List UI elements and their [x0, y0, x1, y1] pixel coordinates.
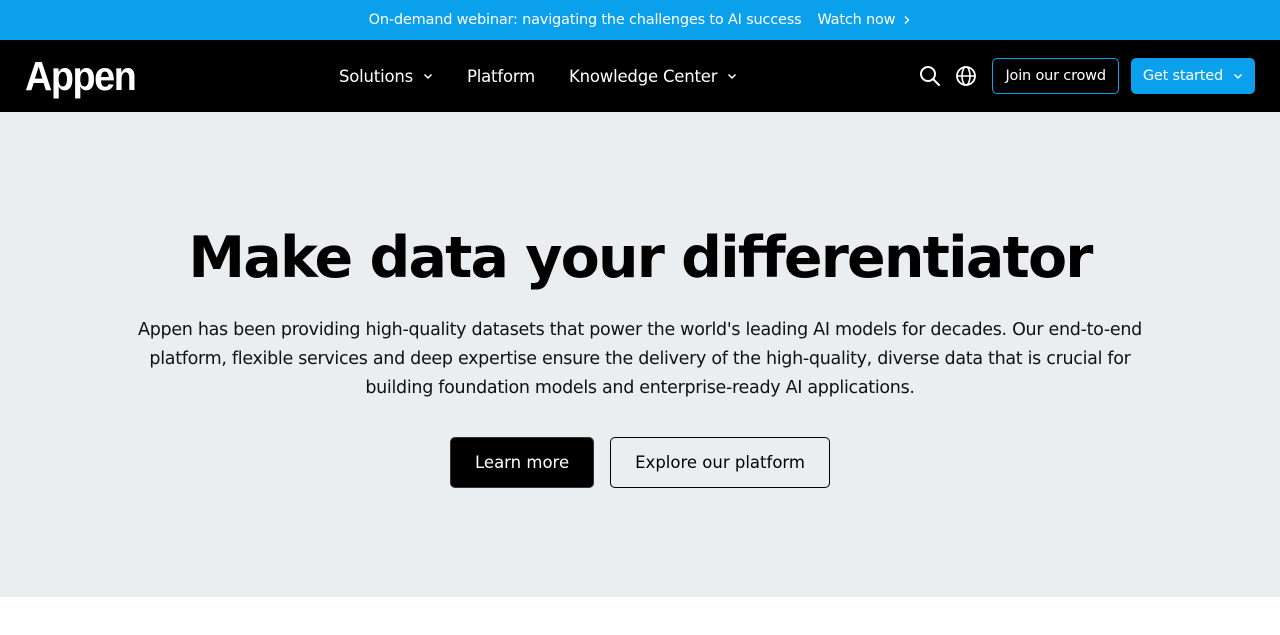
- search-button[interactable]: [918, 64, 942, 88]
- announcement-message[interactable]: On-demand webinar: navigating the challe…: [369, 12, 802, 28]
- chevron-down-icon: [1233, 73, 1243, 79]
- nav-actions: Join our crowd Get started: [918, 58, 1255, 94]
- hero-buttons: Learn more Explore our platform: [450, 437, 830, 488]
- appen-logo[interactable]: Appen: [25, 54, 137, 98]
- nav-item-knowledge-center[interactable]: Knowledge Center: [569, 67, 737, 86]
- hero-description: Appen has been providing high-quality da…: [138, 320, 1142, 398]
- hero-section: Make data your differentiator Appen has …: [0, 112, 1280, 597]
- nav-item-platform[interactable]: Platform: [467, 67, 535, 86]
- nav-item-label: Platform: [467, 66, 536, 86]
- nav-item-label: Solutions: [339, 66, 414, 86]
- learn-more-button[interactable]: Learn more: [450, 437, 595, 488]
- nav-item-solutions[interactable]: Solutions: [339, 67, 433, 86]
- chevron-down-icon: [423, 73, 433, 79]
- explore-platform-button[interactable]: Explore our platform: [610, 437, 830, 488]
- nav-menu: Solutions Platform Knowledge Center: [339, 40, 737, 112]
- join-our-crowd-button[interactable]: Join our crowd: [992, 58, 1119, 94]
- chevron-down-icon: [728, 73, 737, 79]
- search-icon: [920, 66, 941, 86]
- chevron-right-icon: [904, 16, 910, 24]
- language-button[interactable]: [954, 64, 978, 88]
- nav-item-label: Knowledge Center: [569, 66, 718, 86]
- watch-now-label: Watch now: [817, 12, 896, 28]
- watch-now-link[interactable]: Watch now: [817, 12, 911, 28]
- main-navigation: Appen Solutions Platform Knowledge Cente…: [0, 40, 1280, 112]
- globe-icon: [956, 66, 977, 86]
- get-started-label: Get started: [1142, 68, 1223, 84]
- get-started-button[interactable]: Get started: [1130, 58, 1255, 94]
- announcement-bar: On-demand webinar: navigating the challe…: [0, 0, 1280, 40]
- hero-title: Make data your differentiator: [188, 225, 1093, 291]
